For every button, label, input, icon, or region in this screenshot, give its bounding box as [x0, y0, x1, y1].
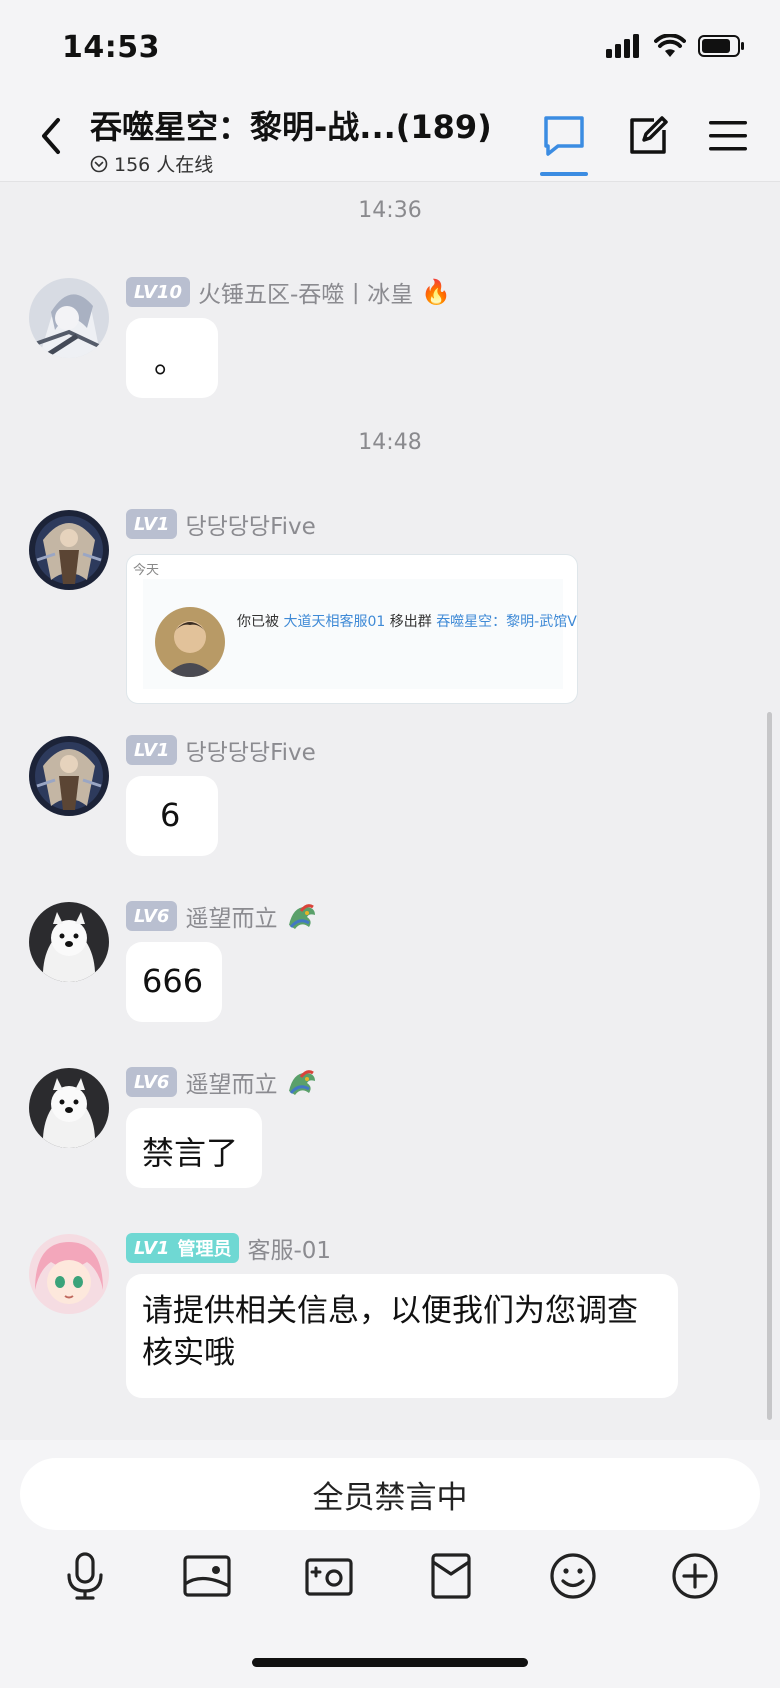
removed-user-avatar: [155, 607, 225, 677]
home-indicator[interactable]: [252, 1658, 528, 1667]
avatar[interactable]: [29, 736, 109, 816]
message-bubble[interactable]: 请提供相关信息，以便我们为您调查核实哦: [126, 1274, 678, 1398]
status-bar: 14:53: [0, 0, 780, 90]
emoji-button[interactable]: [543, 1546, 603, 1606]
username[interactable]: 客服-01: [247, 1231, 331, 1265]
online-count-label: 156 人在线: [114, 154, 214, 176]
chat-scrollbar[interactable]: [767, 712, 772, 1420]
status-icons: [606, 34, 746, 58]
fire-icon: 🔥: [421, 278, 452, 306]
message-meta: LV1 管理员 客服-01: [126, 1232, 331, 1264]
cellular-signal-icon: [606, 34, 639, 58]
notice-group: 吞噬星空：黎明-武馆VI: [436, 614, 578, 630]
chat-title[interactable]: 吞噬星空：黎明-战...(189): [90, 102, 492, 148]
online-status-icon: [90, 155, 108, 172]
camera-icon: [305, 1558, 353, 1596]
chat-header: 吞噬星空：黎明-战...(189) 156 人在线: [0, 90, 780, 182]
message-meta: LV6 遥望而立: [126, 1066, 319, 1098]
dragon-badge-icon: [289, 904, 316, 929]
chat-bubble-icon: [544, 116, 584, 156]
image-button[interactable]: [177, 1546, 237, 1606]
red-packet-icon: [431, 1553, 471, 1599]
avatar[interactable]: [29, 510, 109, 590]
edit-icon: [630, 116, 668, 154]
message-bubble[interactable]: 。: [126, 318, 218, 398]
image-icon: [183, 1555, 231, 1597]
active-tab-indicator: [540, 172, 588, 176]
notice-prefix: 你已被: [237, 614, 279, 630]
avatar[interactable]: [29, 1068, 109, 1148]
message-bubble[interactable]: 666: [126, 942, 222, 1022]
muted-input-bar: 全员禁言中: [20, 1458, 760, 1530]
username[interactable]: 당당당당Five: [185, 733, 315, 767]
admin-badge: LV1 管理员: [126, 1233, 240, 1263]
message-meta: LV10 火锤五区-吞噬丨冰皇 🔥: [126, 276, 451, 308]
username[interactable]: 당당당당Five: [185, 507, 315, 541]
level-badge: LV10: [126, 277, 190, 307]
chat-messages[interactable]: 14:36 LV10 火锤五区-吞噬丨冰皇 🔥 。 14:48 LV1 당당당당…: [0, 182, 780, 1440]
emoji-icon: [550, 1553, 596, 1599]
message-bubble[interactable]: 6: [126, 776, 218, 856]
battery-icon: [698, 35, 744, 57]
wifi-icon: [654, 34, 686, 57]
message-meta: LV1 당당당당Five: [126, 734, 316, 766]
level-badge: LV6: [126, 901, 178, 931]
notice-actor: 大道天相客服01: [283, 614, 386, 630]
message-timestamp: 14:48: [358, 430, 422, 455]
voice-button[interactable]: [55, 1546, 115, 1606]
username[interactable]: 遥望而立: [185, 899, 277, 933]
avatar[interactable]: [29, 278, 109, 358]
removal-notice: 你已被 大道天相客服01 移出群 吞噬星空：黎明-武馆VI: [237, 611, 578, 631]
message-bubble[interactable]: 禁言了: [126, 1108, 262, 1188]
avatar[interactable]: [29, 902, 109, 982]
image-date-label: 今天: [133, 563, 160, 578]
level-badge: LV1: [126, 735, 178, 765]
plus-icon: [672, 1553, 718, 1599]
back-button[interactable]: [34, 116, 70, 156]
status-time: 14:53: [62, 30, 160, 65]
dragon-badge-icon: [289, 1070, 316, 1095]
level-badge: LV1: [126, 509, 178, 539]
menu-button[interactable]: [704, 112, 752, 160]
image-message[interactable]: 今天 你已被 大道天相客服01 移出群 吞噬星空：黎明-武馆VI: [126, 554, 578, 704]
red-packet-button[interactable]: [421, 1546, 481, 1606]
online-count: 156 人在线: [90, 150, 213, 177]
level-badge: LV1: [134, 1237, 170, 1259]
message-timestamp: 14:36: [358, 198, 422, 223]
message-meta: LV1 당당당당Five: [126, 508, 316, 540]
chevron-left-icon: [42, 118, 60, 154]
chat-tab-button[interactable]: [540, 112, 588, 160]
avatar[interactable]: [29, 1234, 109, 1314]
more-button[interactable]: [665, 1546, 725, 1606]
admin-role-label: 管理员: [177, 1239, 232, 1260]
compose-button[interactable]: [624, 112, 672, 160]
microphone-icon: [67, 1552, 103, 1600]
message-meta: LV6 遥望而立: [126, 900, 319, 932]
input-area: 全员禁言中: [0, 1440, 780, 1688]
hamburger-menu-icon: [709, 121, 747, 151]
username[interactable]: 遥望而立: [185, 1065, 277, 1099]
level-badge: LV6: [126, 1067, 178, 1097]
username[interactable]: 火锤五区-吞噬丨冰皇: [198, 275, 413, 309]
camera-button[interactable]: [299, 1546, 359, 1606]
notice-action: 移出群: [389, 614, 432, 630]
